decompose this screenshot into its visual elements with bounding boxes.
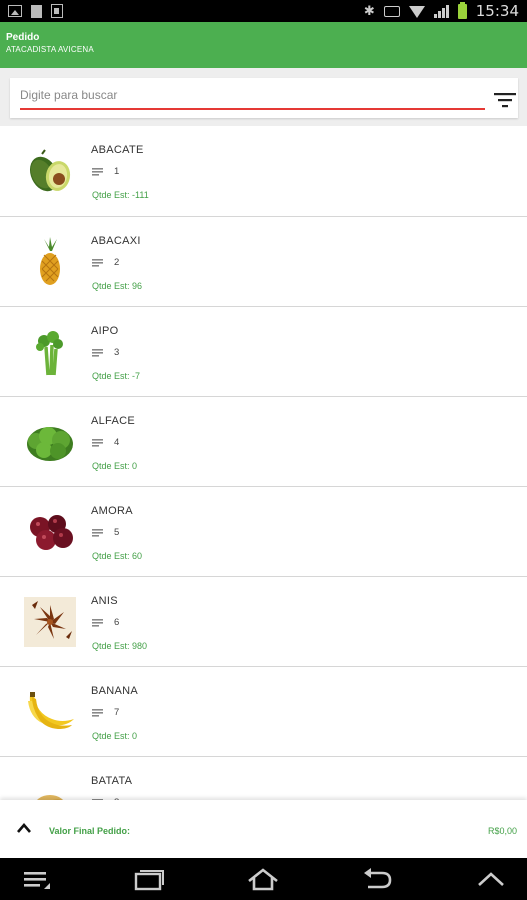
product-stock: Qtde Est: -7 <box>92 371 141 381</box>
search-input[interactable] <box>20 86 485 110</box>
menu-icon[interactable] <box>20 867 54 891</box>
product-name: BANANA <box>91 685 139 697</box>
product-item[interactable]: ALFACE 4 Qtde Est: 0 <box>0 397 527 487</box>
product-stock: Qtde Est: 0 <box>92 731 138 741</box>
wifi-icon <box>408 6 425 18</box>
status-bar: ✱ 15:34 <box>0 0 527 22</box>
celery-image <box>36 331 63 376</box>
order-total-value: R$0,00 <box>487 826 517 836</box>
note-icon <box>92 529 103 537</box>
home-icon[interactable] <box>246 867 280 891</box>
bluetooth-icon: ✱ <box>363 3 375 18</box>
lettuce-image <box>27 427 73 461</box>
avocado-image <box>29 149 71 192</box>
product-item[interactable]: AIPO 3 Qtde Est: -7 <box>0 307 527 397</box>
product-name: AMORA <box>91 505 133 517</box>
status-bar-left <box>8 4 63 18</box>
app-header: Pedido ATACADISTA AVICENA <box>0 22 527 68</box>
product-code: 3 <box>114 347 120 358</box>
product-item[interactable]: ANIS 6 Qtde Est: 980 <box>0 577 527 667</box>
chevron-up-icon[interactable] <box>474 867 508 891</box>
product-item[interactable]: ABACATE 1 Qtde Est: -111 <box>0 126 527 217</box>
product-item[interactable]: AMORA 5 Qtde Est: 60 <box>0 487 527 577</box>
star-anise-image <box>24 597 76 647</box>
product-code: 5 <box>114 527 120 538</box>
product-stock: Qtde Est: 96 <box>92 281 143 291</box>
search-card <box>10 78 518 118</box>
product-stock: Qtde Est: 0 <box>92 461 138 471</box>
order-summary-bar: Valor Final Pedido: R$0,00 <box>0 800 527 858</box>
product-list: ABACATE 1 Qtde Est: -111 ABACAXI 2 Qtde … <box>0 126 527 800</box>
download-icon <box>51 4 63 18</box>
product-code: 4 <box>114 437 120 448</box>
note-icon <box>92 709 103 717</box>
filter-icon[interactable] <box>494 92 516 108</box>
blackberry-image <box>30 515 73 550</box>
product-code: 2 <box>114 257 120 268</box>
product-name: ALFACE <box>91 415 135 427</box>
search-area <box>0 68 527 126</box>
battery-icon <box>457 1 467 19</box>
note-icon <box>92 619 103 627</box>
order-total-label: Valor Final Pedido: <box>49 826 131 836</box>
note-icon <box>92 349 103 357</box>
navigation-bar <box>0 858 527 900</box>
product-stock: Qtde Est: 980 <box>92 641 148 651</box>
product-code: 1 <box>114 166 120 177</box>
product-name: ABACATE <box>91 144 144 156</box>
product-item[interactable]: BATATA 8 <box>0 757 527 800</box>
banana-image <box>28 692 74 729</box>
page-title: Pedido <box>6 32 40 43</box>
gallery-icon <box>8 5 22 17</box>
product-name: AIPO <box>91 325 119 337</box>
note-icon <box>92 259 103 267</box>
signal-icon <box>433 4 449 18</box>
recent-apps-icon[interactable] <box>132 867 166 891</box>
note-icon <box>92 439 103 447</box>
potato-image <box>37 795 64 800</box>
product-stock: Qtde Est: 60 <box>92 551 143 561</box>
chevron-up-icon[interactable] <box>16 822 32 834</box>
nfc-icon <box>383 5 400 17</box>
note-icon <box>92 168 103 176</box>
product-code: 7 <box>114 707 120 718</box>
back-icon[interactable] <box>360 867 394 891</box>
product-item[interactable]: BANANA 7 Qtde Est: 0 <box>0 667 527 757</box>
document-icon <box>31 4 42 18</box>
page-subtitle: ATACADISTA AVICENA <box>6 45 94 54</box>
status-bar-right: ✱ 15:34 <box>363 1 519 20</box>
product-code: 6 <box>114 617 120 628</box>
product-name: BATATA <box>91 775 133 787</box>
product-item[interactable]: ABACAXI 2 Qtde Est: 96 <box>0 217 527 307</box>
product-name: ANIS <box>91 595 118 607</box>
status-time: 15:34 <box>475 2 519 20</box>
product-stock: Qtde Est: -111 <box>92 190 149 200</box>
pineapple-image <box>40 237 60 285</box>
product-name: ABACAXI <box>91 235 141 247</box>
